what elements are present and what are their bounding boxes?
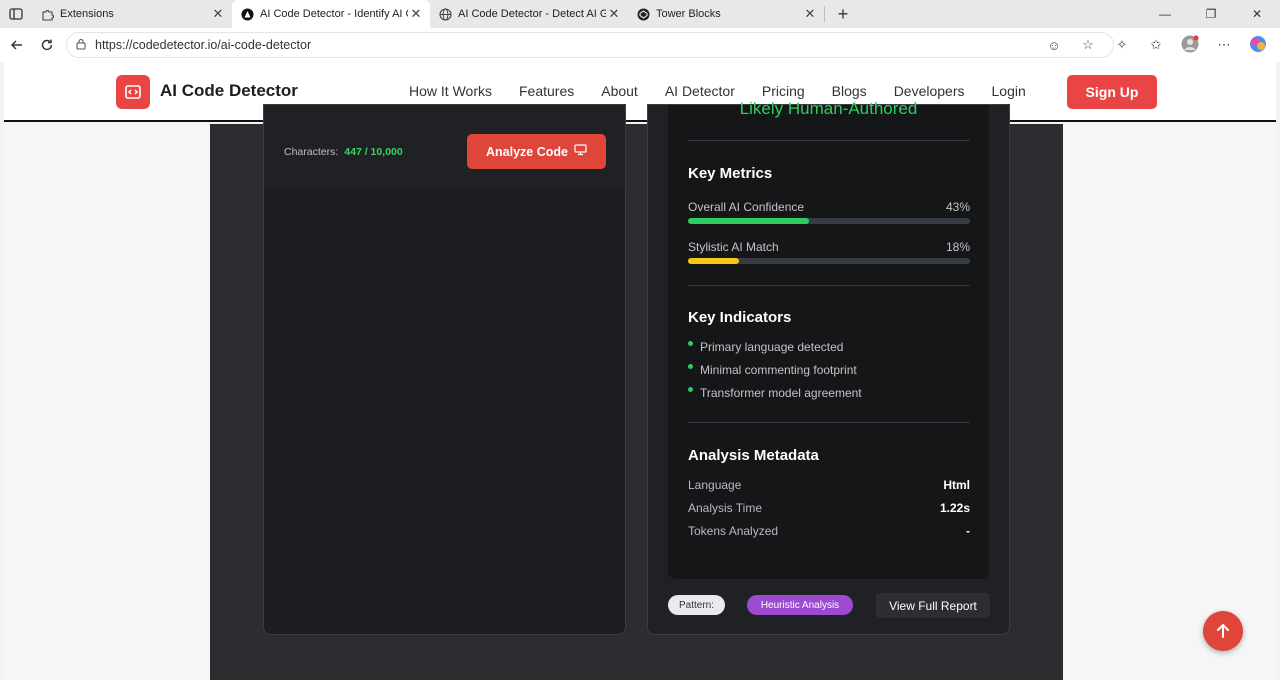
globe-icon <box>438 7 452 21</box>
close-icon[interactable]: ✕ <box>802 6 818 22</box>
bullet-dot-icon <box>688 341 693 346</box>
extensions-icon[interactable]: ✧ <box>1110 37 1134 53</box>
page-viewport: AI Code Detector How It Works Features A… <box>4 62 1276 680</box>
puzzle-icon <box>40 7 54 21</box>
indicator-item: Minimal commenting footprint <box>688 363 857 377</box>
more-menu-icon[interactable]: ⋯ <box>1212 37 1236 53</box>
pattern-tag-pill: Heuristic Analysis <box>747 595 853 615</box>
metric-stylistic-bar-fill <box>688 258 739 264</box>
divider <box>688 285 970 286</box>
nav-how-it-works[interactable]: How It Works <box>409 83 492 99</box>
analyze-code-button[interactable]: Analyze Code <box>467 134 606 169</box>
nav-features[interactable]: Features <box>519 83 574 99</box>
results-inner: Likely Human-Authored Key Metrics Overal… <box>668 99 989 579</box>
results-panel: Likely Human-Authored Key Metrics Overal… <box>647 99 1010 635</box>
input-toolbar: Characters: 447 / 10,000 Analyze Code <box>264 105 625 189</box>
nav-about[interactable]: About <box>601 83 638 99</box>
metric-overall-value: 43% <box>945 200 970 214</box>
view-full-report-button[interactable]: View Full Report <box>876 593 990 618</box>
scroll-to-top-button[interactable] <box>1203 611 1243 651</box>
monitor-icon <box>574 144 587 159</box>
metric-stylistic-value: 18% <box>945 240 970 254</box>
nav-ai-detector[interactable]: AI Detector <box>665 83 735 99</box>
url-text: https://codedetector.io/ai-code-detector <box>95 38 312 52</box>
verdict-text: Likely Human-Authored <box>739 99 918 118</box>
characters-label: Characters: <box>284 146 339 158</box>
metric-overall-bar-fill <box>688 218 810 224</box>
meta-tokens-value: - <box>966 524 970 538</box>
tab-ai-code-detector-detect[interactable]: AI Code Detector - Detect AI Gen ✕ <box>430 0 628 28</box>
bullet-dot-icon <box>688 387 693 392</box>
browser-tab-bar: Extensions ✕ AI Code Detector - Identify… <box>0 0 1280 28</box>
nav-blogs[interactable]: Blogs <box>832 83 867 99</box>
sign-up-button[interactable]: Sign Up <box>1067 75 1157 109</box>
indicator-item: Primary language detected <box>688 340 843 354</box>
tab-label: AI Code Detector - Identify AI Ge <box>260 8 408 20</box>
site-favicon-icon <box>240 7 254 21</box>
tab-label: AI Code Detector - Detect AI Gen <box>458 8 606 20</box>
meta-time-value: 1.22s <box>939 501 970 515</box>
nav-pricing[interactable]: Pricing <box>762 83 805 99</box>
analyze-label: Analyze Code <box>486 144 568 159</box>
divider <box>688 140 970 141</box>
detector-section: Characters: 447 / 10,000 Analyze Code Lik… <box>210 99 1063 680</box>
address-bar-row: https://codedetector.io/ai-code-detector… <box>0 28 1280 62</box>
site-info-icon[interactable] <box>75 38 95 53</box>
code-input-panel: Characters: 447 / 10,000 Analyze Code <box>263 104 626 635</box>
site-header: AI Code Detector How It Works Features A… <box>4 62 1276 122</box>
close-icon[interactable]: ✕ <box>606 6 622 22</box>
bullet-dot-icon <box>688 364 693 369</box>
close-window-icon[interactable]: ✕ <box>1234 0 1280 28</box>
meta-tokens-key: Tokens Analyzed <box>688 524 779 538</box>
metric-overall-label: Overall AI Confidence <box>688 200 805 214</box>
meta-time-key: Analysis Time <box>688 501 763 515</box>
copilot-icon[interactable] <box>1246 35 1270 56</box>
nav-developers[interactable]: Developers <box>894 83 965 99</box>
close-icon[interactable]: ✕ <box>210 6 226 22</box>
tab-tower-blocks[interactable]: Tower Blocks ✕ <box>628 0 824 28</box>
toolbar-icons: ☺ ☆ ✧ ✩ ⋯ <box>1042 32 1270 58</box>
analysis-metadata-title: Analysis Metadata <box>688 447 819 464</box>
logo-code-icon[interactable] <box>116 75 150 109</box>
key-metrics-title: Key Metrics <box>688 165 773 182</box>
indicator-text: Transformer model agreement <box>700 386 862 400</box>
tab-label: Tower Blocks <box>656 8 721 20</box>
indicator-text: Minimal commenting footprint <box>700 363 857 377</box>
indicator-text: Primary language detected <box>700 340 844 354</box>
key-indicators-title: Key Indicators <box>688 309 792 326</box>
tab-label: Extensions <box>60 8 114 20</box>
pattern-label-pill: Pattern: <box>668 595 725 615</box>
characters-value: 447 / 10,000 <box>344 146 403 158</box>
meta-language-key: Language <box>688 478 742 492</box>
window-controls: — ❐ ✕ <box>1142 0 1280 28</box>
nav-login[interactable]: Login <box>992 83 1026 99</box>
tab-ai-code-detector-identify[interactable]: AI Code Detector - Identify AI Ge ✕ <box>232 0 430 28</box>
new-tab-icon[interactable]: + <box>829 4 857 25</box>
metric-overall-bar <box>688 218 970 224</box>
logo-text[interactable]: AI Code Detector <box>160 81 298 101</box>
back-icon[interactable] <box>2 30 32 60</box>
main-nav: How It Works Features About AI Detector … <box>409 83 1053 99</box>
minimize-icon[interactable]: — <box>1142 0 1188 28</box>
url-field[interactable]: https://codedetector.io/ai-code-detector <box>66 32 1114 58</box>
profile-avatar-icon[interactable] <box>1178 35 1202 56</box>
refresh-icon[interactable] <box>32 30 62 60</box>
emoji-icon[interactable]: ☺ <box>1042 38 1066 53</box>
arrow-up-icon <box>1217 624 1229 638</box>
tab-extensions[interactable]: Extensions ✕ <box>32 0 232 28</box>
divider <box>688 422 970 423</box>
metric-stylistic-bar <box>688 258 970 264</box>
tab-separator <box>824 6 825 22</box>
tab-actions-icon[interactable] <box>0 0 32 28</box>
meta-language-value: Html <box>943 478 970 492</box>
indicator-item: Transformer model agreement <box>688 386 862 400</box>
close-icon[interactable]: ✕ <box>408 6 424 22</box>
codepen-icon <box>636 7 650 21</box>
metric-stylistic-label: Stylistic AI Match <box>688 240 779 254</box>
restore-icon[interactable]: ❐ <box>1188 0 1234 28</box>
character-count: Characters: 447 / 10,000 <box>284 146 403 158</box>
favorites-icon[interactable]: ✩ <box>1144 37 1168 53</box>
favorite-star-icon[interactable]: ☆ <box>1076 37 1100 53</box>
